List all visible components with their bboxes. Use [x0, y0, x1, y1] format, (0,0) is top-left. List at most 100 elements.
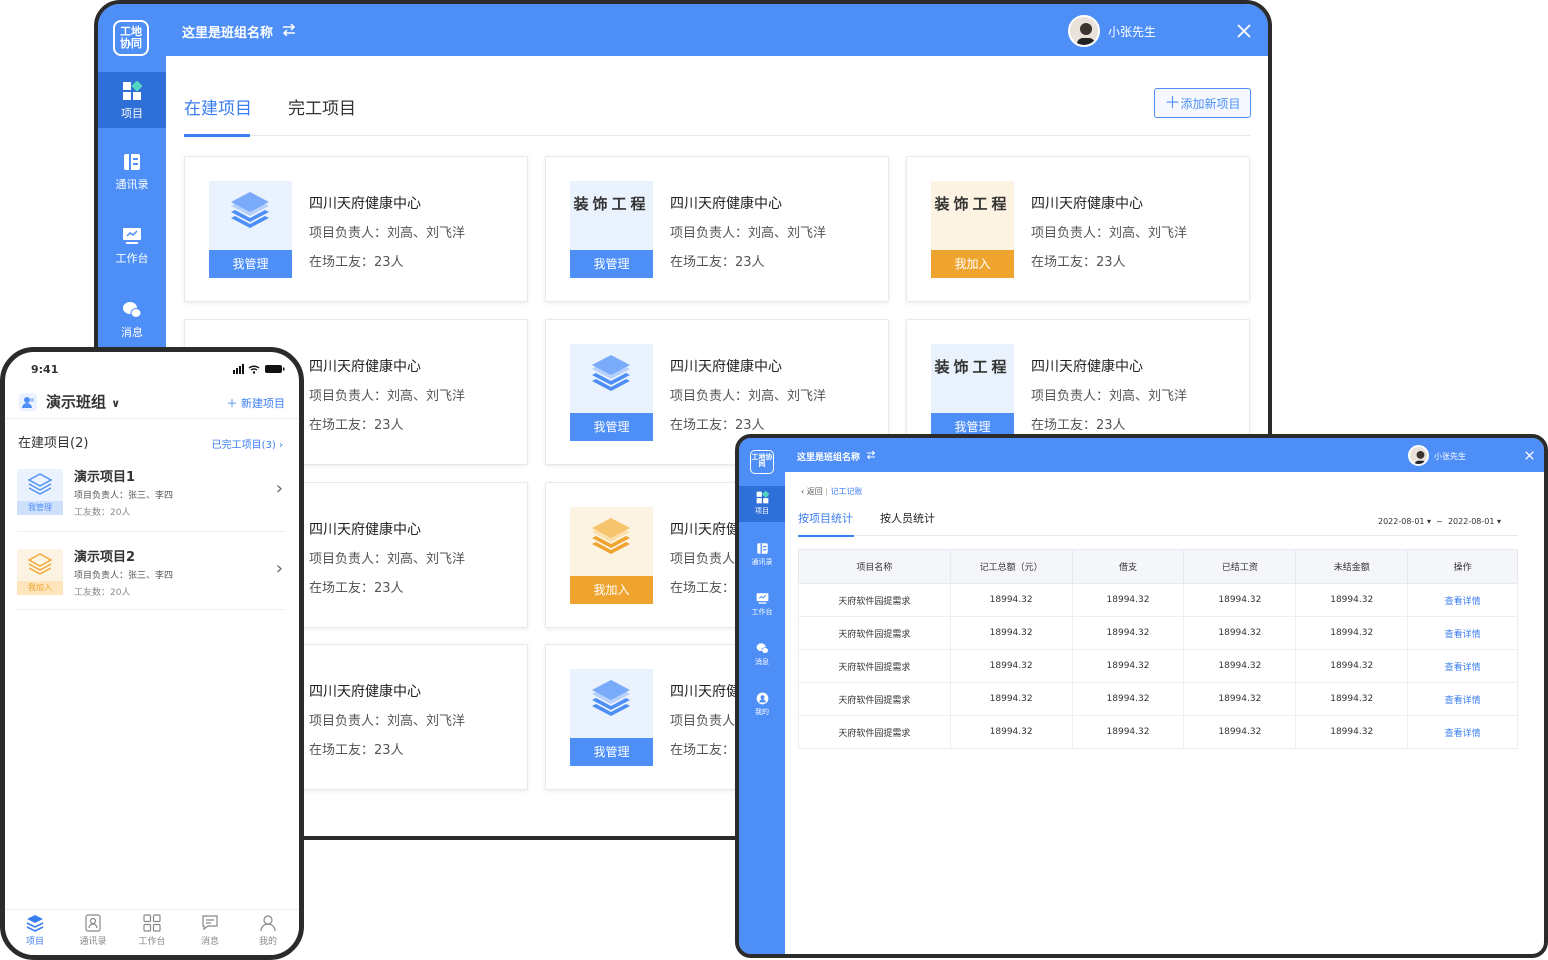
nav-mine[interactable]: 我的 — [248, 914, 288, 947]
sidebar-item-label: 项目 — [121, 107, 143, 120]
role-button[interactable]: 我加入 — [931, 250, 1014, 278]
contacts-icon — [85, 914, 101, 932]
project-title: 四川天府健康中心 — [1031, 196, 1143, 212]
view-details-link[interactable]: 查看详情 — [1407, 616, 1518, 650]
view-details-link[interactable]: 查看详情 — [1407, 715, 1518, 749]
table-header-row: 项目名称 记工总额（元） 借支 已结工资 未结金额 操作 — [798, 549, 1518, 584]
role-button[interactable]: 我加入 — [570, 576, 653, 604]
role-badge: 我管理 — [17, 501, 63, 515]
sidebar-item-contacts[interactable]: 通讯录 — [739, 542, 785, 567]
username[interactable]: 小张先生 — [1434, 451, 1466, 462]
group-name: 演示班组 — [46, 393, 107, 411]
sidebar-item-mine[interactable]: 我的 — [739, 692, 785, 717]
breadcrumb-current[interactable]: 记工记账 — [831, 487, 863, 496]
list-item[interactable]: 我加入 演示项目2 项目负责人：张三、李四 工友数：20人 › — [17, 544, 285, 610]
nav-label: 消息 — [200, 937, 219, 947]
project-workers: 在场工友：23人 — [670, 418, 765, 433]
status-time: 9:41 — [31, 363, 59, 376]
project-card[interactable]: 装饰工程 我管理 四川天府健康中心 项目负责人：刘高、刘飞洋 在场工友：23人 — [545, 156, 889, 302]
project-title: 演示项目1 — [74, 470, 136, 485]
finished-projects-link[interactable]: 已完工项目(3) › — [212, 436, 283, 451]
project-workers: 在场工友：23人 — [309, 743, 404, 758]
table-cell: 天府软件园提需求 — [798, 649, 951, 683]
sidebar: 工地协同 项目 通讯录 工作台 消息 我的 — [739, 438, 785, 954]
nav-messages[interactable]: 消息 — [190, 914, 230, 947]
view-details-link[interactable]: 查看详情 — [1407, 583, 1518, 617]
new-project-button[interactable]: ＋ 新建项目 — [227, 395, 286, 411]
view-details-link[interactable]: 查看详情 — [1407, 682, 1518, 716]
grid-icon — [143, 914, 161, 932]
tab-in-progress[interactable]: 在建项目 — [184, 94, 252, 119]
tab-completed[interactable]: 完工项目 — [288, 94, 356, 119]
table-cell: 18994.32 — [949, 649, 1073, 683]
nav-workbench[interactable]: 工作台 — [132, 914, 172, 947]
project-tabs: 在建项目 完工项目 — [184, 84, 1250, 137]
role-button[interactable]: 我管理 — [570, 413, 653, 441]
nav-label: 项目 — [25, 937, 44, 947]
sidebar-item-workbench[interactable]: 工作台 — [98, 226, 166, 266]
sidebar-item-contacts[interactable]: 通讯录 — [98, 152, 166, 192]
group-name[interactable]: 这里是班组名称 — [797, 450, 860, 463]
table-row: 天府软件园提需求 18994.32 18994.32 18994.32 18994.32… — [798, 616, 1518, 650]
sidebar-item-projects[interactable]: 项目 — [739, 486, 785, 522]
group-name[interactable]: 这里是班组名称 — [182, 22, 273, 41]
project-manager: 项目负责人：刘高、刘飞洋 — [309, 714, 466, 729]
swap-arrows-icon[interactable] — [866, 451, 876, 459]
tablet-stats-window: 这里是班组名称 小张先生 工地协同 项目 通讯录 工作台 消息 我的 ‹ 返回 … — [735, 434, 1548, 958]
nav-contacts[interactable]: 通讯录 — [73, 914, 113, 947]
project-title: 四川天府健康中心 — [309, 684, 421, 700]
list-item[interactable]: 我管理 演示项目1 项目负责人：张三、李四 工友数：20人 › — [17, 464, 285, 532]
view-details-link[interactable]: 查看详情 — [1407, 649, 1518, 683]
swap-arrows-icon[interactable] — [282, 24, 296, 36]
thumb-text: 装饰工程 — [573, 195, 650, 213]
sidebar-item-projects[interactable]: 项目 — [98, 72, 166, 128]
project-card[interactable]: 我管理 四川天府健康中心 项目负责人：刘高、刘飞洋 在场工友：23人 — [184, 156, 528, 302]
thumb-text: 装饰工程 — [934, 358, 1011, 376]
table-cell: 18994.32 — [1295, 682, 1409, 716]
add-project-label: 添加新项目 — [1180, 97, 1241, 111]
close-icon[interactable] — [1525, 451, 1534, 460]
add-project-button[interactable]: ＋添加新项目 — [1154, 88, 1251, 118]
tab-by-project[interactable]: 按项目统计 — [798, 510, 853, 526]
table-cell: 18994.32 — [1183, 649, 1297, 683]
avatar[interactable] — [1408, 445, 1429, 466]
role-button[interactable]: 我管理 — [570, 738, 653, 766]
role-button[interactable]: 我管理 — [209, 250, 292, 278]
table-cell: 18994.32 — [1071, 682, 1185, 716]
date-to[interactable]: 2022-08-01 ▾ — [1448, 517, 1501, 526]
group-selector[interactable]: 演示班组 ∨ — [46, 391, 120, 412]
table-cell: 18994.32 — [1183, 682, 1297, 716]
breadcrumb: ‹ 返回 | 记工记账 — [801, 486, 863, 497]
project-workers: 在场工友：2 — [670, 743, 744, 758]
date-from[interactable]: 2022-08-01 ▾ — [1378, 517, 1431, 526]
column-header: 已结工资 — [1183, 549, 1297, 584]
sidebar-item-label: 通讯录 — [115, 178, 149, 191]
avatar[interactable] — [1068, 15, 1100, 47]
sidebar-item-messages[interactable]: 消息 — [98, 300, 166, 340]
stats-table: 项目名称 记工总额（元） 借支 已结工资 未结金额 操作 天府软件园提需求 18994.32… — [798, 549, 1518, 749]
table-cell: 18994.32 — [949, 682, 1073, 716]
new-project-label: 新建项目 — [241, 397, 285, 410]
sidebar-item-workbench[interactable]: 工作台 — [739, 592, 785, 617]
project-card[interactable]: 装饰工程 我加入 四川天府健康中心 项目负责人：刘高、刘飞洋 在场工友：23人 — [906, 156, 1250, 302]
project-thumb: 装饰工程 我加入 — [931, 181, 1014, 278]
date-separator: ~ — [1436, 517, 1443, 526]
project-thumb: 装饰工程 我管理 — [931, 344, 1014, 441]
tab-by-person[interactable]: 按人员统计 — [880, 510, 935, 526]
layers-icon — [592, 518, 630, 554]
nav-label: 我的 — [258, 937, 277, 947]
project-title: 四川天府健康中心 — [309, 522, 421, 538]
layers-icon — [28, 473, 52, 495]
layers-icon — [26, 915, 44, 932]
username[interactable]: 小张先生 — [1108, 23, 1156, 40]
nav-projects[interactable]: 项目 — [15, 914, 55, 947]
close-icon[interactable] — [1237, 24, 1251, 38]
phone-app-window: 9:41 演示班组 ∨ ＋ 新建项目 在建项目(2) 已完工项目(3) › 我管… — [0, 347, 304, 960]
table-cell: 18994.32 — [1295, 616, 1409, 650]
active-tab-indicator — [798, 535, 854, 537]
back-link[interactable]: 返回 — [807, 487, 823, 496]
role-button[interactable]: 我管理 — [570, 250, 653, 278]
table-cell: 天府软件园提需求 — [798, 682, 951, 716]
sidebar-item-messages[interactable]: 消息 — [739, 642, 785, 667]
table-cell: 18994.32 — [1071, 649, 1185, 683]
